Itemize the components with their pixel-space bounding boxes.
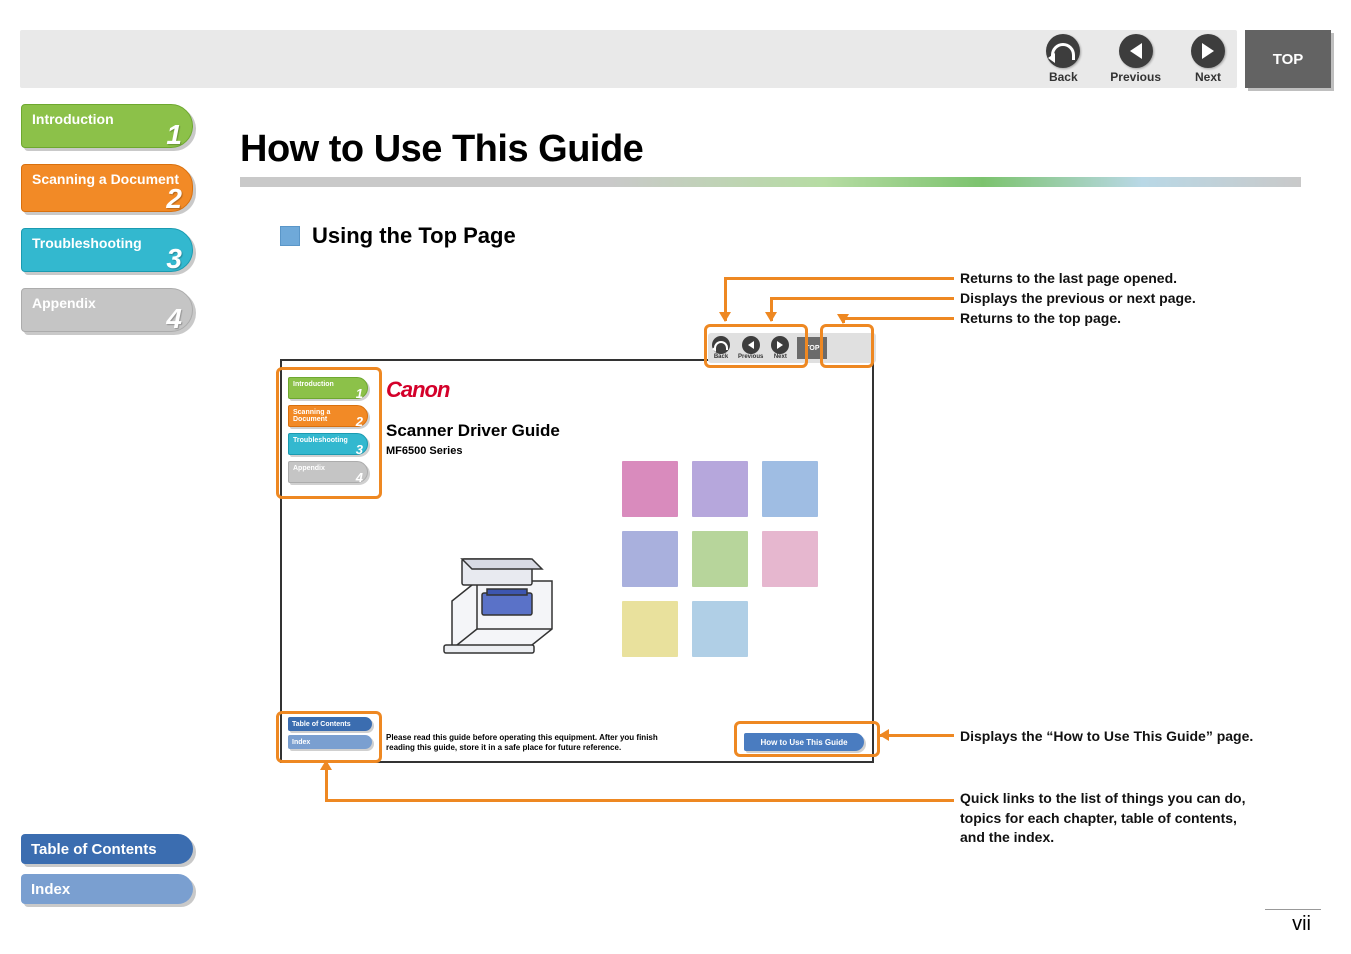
tab-appendix[interactable]: Appendix 4 <box>21 288 193 332</box>
previous-label: Previous <box>1110 70 1161 84</box>
page-number: vii <box>1292 913 1311 936</box>
tab-label: Introduction <box>32 111 114 127</box>
callout-top: Returns to the top page. <box>960 309 1121 329</box>
swatch <box>692 601 748 657</box>
callout-howto: Displays the “How to Use This Guide” pag… <box>960 727 1253 747</box>
page-title: How to Use This Guide <box>240 128 1301 171</box>
printer-illustration-icon <box>432 541 572 671</box>
swatch <box>692 531 748 587</box>
back-label: Back <box>1049 70 1078 84</box>
tab-introduction[interactable]: Introduction 1 <box>21 104 193 148</box>
swatch <box>622 461 678 517</box>
connector-arrow <box>770 297 773 321</box>
connector <box>724 277 954 280</box>
section-heading: Using the Top Page <box>312 223 516 249</box>
tab-number: 1 <box>166 119 182 151</box>
swatch <box>762 531 818 587</box>
back-button[interactable]: Back <box>1046 34 1080 84</box>
tab-label: Troubleshooting <box>32 235 142 251</box>
highlight-mini-sidebar <box>276 367 382 499</box>
sidebar: Introduction 1 Scanning a Document 2 Tro… <box>21 104 201 348</box>
swatch <box>622 601 678 657</box>
tab-scanning[interactable]: Scanning a Document 2 <box>21 164 193 212</box>
tab-number: 4 <box>166 303 182 335</box>
tab-label: Scanning a Document <box>32 171 179 187</box>
next-label: Next <box>1195 70 1221 84</box>
mini-title: Scanner Driver Guide <box>386 421 862 441</box>
previous-button[interactable]: Previous <box>1110 34 1161 84</box>
sidebar-bottom: Table of Contents Index <box>21 834 193 914</box>
tab-troubleshooting[interactable]: Troubleshooting 3 <box>21 228 193 272</box>
highlight-mini-bottom <box>276 711 382 763</box>
chevron-right-icon <box>1191 34 1225 68</box>
connector <box>770 297 954 300</box>
callout-back: Returns to the last page opened. <box>960 269 1177 289</box>
highlight-mini-howto <box>734 721 880 757</box>
connector-arrow <box>842 317 845 323</box>
gradient-divider <box>240 177 1301 187</box>
swatch <box>762 601 818 657</box>
color-swatches <box>622 461 818 657</box>
mini-note: Please read this guide before operating … <box>386 733 686 753</box>
page-number-rule <box>1265 909 1321 910</box>
connector-arrow <box>724 277 727 321</box>
main-content: How to Use This Guide Using the Top Page… <box>240 128 1301 934</box>
callout-prevnext: Displays the previous or next page. <box>960 289 1196 309</box>
chevron-left-icon <box>1119 34 1153 68</box>
section-heading-row: Using the Top Page <box>280 223 1301 249</box>
square-bullet-icon <box>280 226 300 246</box>
tab-number: 3 <box>166 243 182 275</box>
connector <box>325 799 954 802</box>
callout-quicklinks: Quick links to the list of things you ca… <box>960 789 1260 848</box>
table-of-contents-button[interactable]: Table of Contents <box>21 834 193 864</box>
highlight-nav-circles <box>704 324 808 368</box>
page: Back Previous Next TOP Introduction 1 Sc… <box>0 0 1351 954</box>
swatch <box>622 531 678 587</box>
swatch <box>762 461 818 517</box>
mini-body: Canon Scanner Driver Guide MF6500 Series <box>386 377 862 457</box>
mini-series: MF6500 Series <box>386 445 862 457</box>
next-button[interactable]: Next <box>1191 34 1225 84</box>
tab-number: 2 <box>166 183 182 215</box>
connector-arrow <box>325 761 328 801</box>
diagram: Back Previous Next TOP Introduction1 <box>280 269 1260 829</box>
swatch <box>692 461 748 517</box>
top-nav-row: Back Previous Next TOP <box>0 30 1351 88</box>
top-button[interactable]: TOP <box>1245 30 1331 88</box>
highlight-top-btn <box>820 324 874 368</box>
index-button[interactable]: Index <box>21 874 193 904</box>
top-nav-bar: Back Previous Next <box>20 30 1237 88</box>
tab-label: Appendix <box>32 295 96 311</box>
connector <box>842 317 954 320</box>
back-arc-icon <box>1046 34 1080 68</box>
connector-arrow <box>880 734 954 737</box>
canon-logo: Canon <box>386 377 862 403</box>
